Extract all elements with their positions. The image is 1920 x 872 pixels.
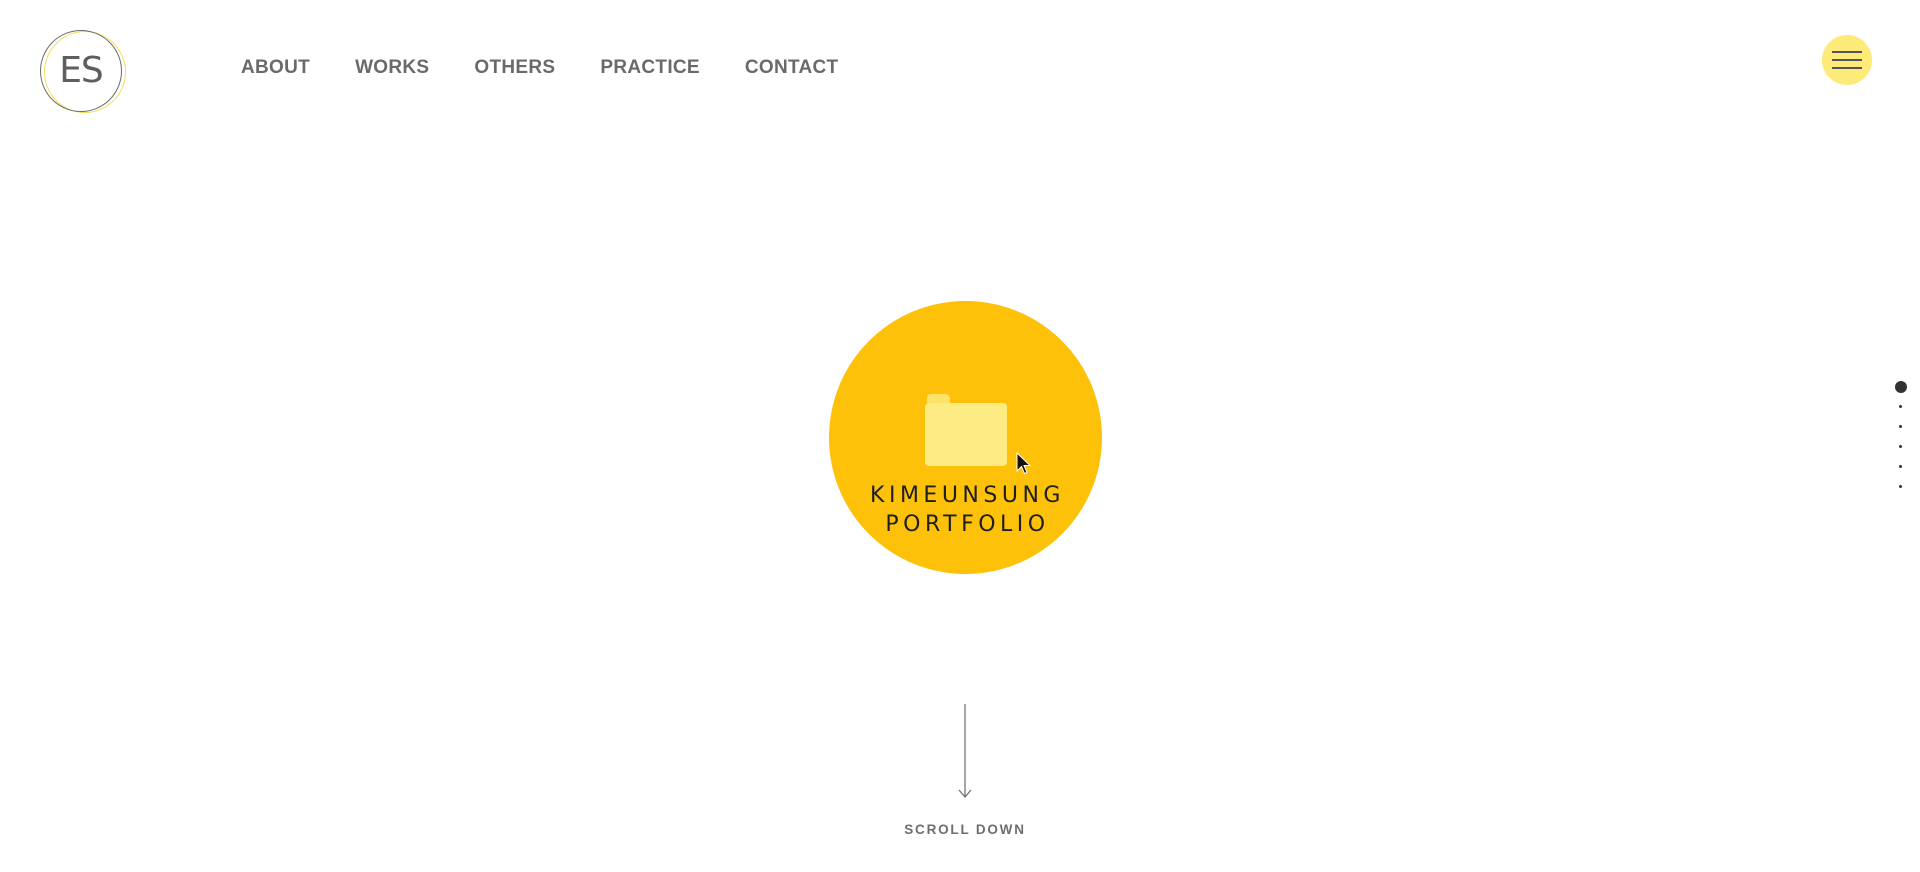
pager-dot[interactable] <box>1899 465 1902 468</box>
page: ES ABOUT WORKS OTHERS PRACTICE CONTACT K… <box>0 0 1920 872</box>
main-nav: ABOUT WORKS OTHERS PRACTICE CONTACT <box>241 57 883 79</box>
nav-item-practice[interactable]: PRACTICE <box>600 57 700 79</box>
menu-button[interactable] <box>1822 35 1872 85</box>
pager-dot[interactable] <box>1899 485 1902 488</box>
portfolio-title: KIMEUNSUNG PORTFOLIO <box>829 481 1102 539</box>
arrow-down-icon[interactable] <box>958 704 972 799</box>
portfolio-circle-button[interactable]: KIMEUNSUNG PORTFOLIO <box>829 301 1102 574</box>
nav-item-works[interactable]: WORKS <box>355 57 429 79</box>
pager-dot[interactable] <box>1899 425 1902 428</box>
mouse-cursor-icon <box>1016 452 1032 475</box>
hamburger-line <box>1832 51 1862 53</box>
scroll-down-label[interactable]: SCROLL DOWN <box>865 822 1065 837</box>
nav-item-contact[interactable]: CONTACT <box>745 57 839 79</box>
pager-dot-active[interactable] <box>1895 381 1907 393</box>
site-logo[interactable]: ES <box>40 30 126 116</box>
hamburger-line <box>1832 67 1862 69</box>
portfolio-title-line2: PORTFOLIO <box>885 512 1050 537</box>
folder-icon <box>925 394 1007 466</box>
pager-dot[interactable] <box>1899 445 1902 448</box>
nav-item-about[interactable]: ABOUT <box>241 57 310 79</box>
portfolio-title-line1: KIMEUNSUNG <box>870 483 1065 508</box>
hamburger-line <box>1832 59 1862 61</box>
logo-text: ES <box>59 50 104 91</box>
nav-item-others[interactable]: OTHERS <box>474 57 555 79</box>
pager-dot[interactable] <box>1899 405 1902 408</box>
